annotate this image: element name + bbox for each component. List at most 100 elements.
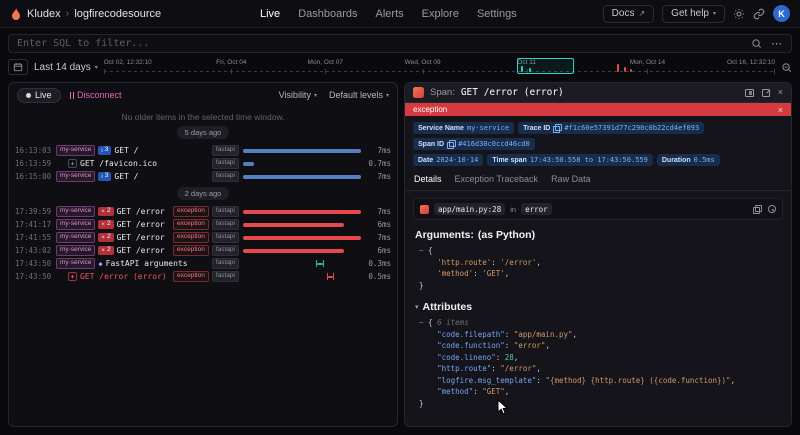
live-dot-icon bbox=[26, 93, 31, 98]
span-count-badge: ×2 bbox=[98, 246, 113, 256]
duration-label: 6ms bbox=[365, 246, 391, 255]
chevron-down-icon: ▾ bbox=[415, 303, 419, 311]
trace-row[interactable]: 17:41:55my-service×2GET /errorexceptionf… bbox=[15, 231, 391, 244]
breadcrumb-project[interactable]: logfirecodesource bbox=[74, 8, 161, 20]
code-file-chip[interactable]: app/main.py:28 bbox=[434, 203, 505, 215]
calendar-icon[interactable] bbox=[8, 59, 28, 75]
trace-row[interactable]: 17:39:59my-service×2GET /errorexceptionf… bbox=[15, 205, 391, 218]
arguments-heading-label: Arguments: bbox=[415, 229, 474, 241]
span-name: GET / bbox=[114, 172, 138, 181]
exception-tag: exception bbox=[173, 271, 209, 283]
nav-tab-explore[interactable]: Explore bbox=[422, 8, 459, 20]
timeline-tick-label: Oct 16, 12:32:10 bbox=[727, 59, 775, 66]
time-range-selector[interactable]: Last 14 days ▾ bbox=[34, 62, 98, 73]
disconnect-label: Disconnect bbox=[77, 90, 122, 100]
fastapi-tag: fastapi bbox=[212, 219, 239, 231]
disconnect-button[interactable]: Disconnect bbox=[70, 90, 122, 100]
trace-row[interactable]: 16:15:00my-servicei3GET /fastapi7ms bbox=[15, 170, 391, 183]
histogram-bar bbox=[617, 64, 619, 72]
timeline-selection[interactable] bbox=[517, 58, 574, 74]
docs-button[interactable]: Docs ↗ bbox=[603, 5, 655, 23]
locate-span-icon[interactable] bbox=[768, 205, 776, 213]
copy-icon[interactable] bbox=[447, 140, 455, 148]
trace-row[interactable]: 16:13:03my-servicei3GET /fastapi7ms bbox=[15, 144, 391, 157]
time-group-row: 5 days ago bbox=[15, 126, 391, 139]
span-name: GET / bbox=[114, 146, 138, 155]
duration-bar-track bbox=[243, 218, 361, 231]
arguments-heading-suffix: (as Python) bbox=[478, 229, 535, 241]
pause-icon bbox=[70, 92, 75, 99]
banner-close-icon[interactable]: × bbox=[778, 105, 783, 115]
default-levels-label: Default levels bbox=[329, 90, 383, 100]
visibility-dropdown[interactable]: Visibility ▾ bbox=[279, 90, 317, 100]
timeline-histogram[interactable]: Oct 02, 12:32:10Fri, Oct 04Mon, Oct 07We… bbox=[104, 58, 775, 76]
theme-toggle-icon[interactable] bbox=[733, 8, 745, 20]
sql-filter-input[interactable] bbox=[17, 38, 742, 49]
default-levels-dropdown[interactable]: Default levels ▾ bbox=[329, 90, 389, 100]
open-in-new-icon[interactable] bbox=[762, 89, 770, 97]
breadcrumb-org[interactable]: Kludex bbox=[27, 8, 61, 20]
zoom-out-icon[interactable] bbox=[781, 62, 792, 73]
exception-banner: exception × bbox=[405, 103, 791, 116]
service-badge: my-service bbox=[56, 145, 95, 157]
span-name: GET /error bbox=[117, 246, 165, 255]
code-location-row[interactable]: app/main.py:28 in error bbox=[413, 198, 783, 220]
copy-icon[interactable] bbox=[753, 205, 761, 213]
more-options-button[interactable]: ⋯ bbox=[771, 37, 783, 50]
dock-panel-icon[interactable] bbox=[745, 89, 754, 97]
nav-tab-dashboards[interactable]: Dashboards bbox=[298, 8, 357, 20]
trace-row[interactable]: 16:13:59+GET /favicon.icofastapi0.7ms bbox=[15, 157, 391, 170]
user-avatar[interactable]: K bbox=[773, 5, 790, 22]
span-count-badge: ×2 bbox=[98, 207, 113, 217]
timeline-tick-label: Mon, Oct 07 bbox=[308, 59, 343, 66]
get-help-button[interactable]: Get help ▾ bbox=[662, 5, 725, 23]
span-title: GET /error (error) bbox=[461, 87, 564, 98]
code-function-chip[interactable]: error bbox=[521, 203, 552, 215]
attributes-section-heading[interactable]: ▾ Attributes bbox=[405, 294, 791, 315]
duration-bar-track bbox=[243, 205, 361, 218]
tab-exception-traceback[interactable]: Exception Traceback bbox=[455, 174, 539, 190]
close-panel-icon[interactable]: × bbox=[778, 88, 783, 97]
code-line: } bbox=[419, 398, 781, 410]
duration-bar-track bbox=[243, 244, 361, 257]
trace-row[interactable]: 17:43:50my-service◆FastAPI argumentsfast… bbox=[15, 257, 391, 270]
code-location-icon bbox=[420, 205, 429, 214]
span-meta-row-1: Service Namemy-serviceTrace ID#f1c60e573… bbox=[405, 116, 791, 150]
arguments-section-heading[interactable]: Arguments: (as Python) bbox=[405, 222, 791, 243]
tab-details[interactable]: Details bbox=[414, 174, 442, 190]
expand-child-icon[interactable]: + bbox=[68, 159, 77, 168]
duration-label: 7ms bbox=[365, 146, 391, 155]
duration-bar-track bbox=[243, 144, 361, 157]
nav-tab-live[interactable]: Live bbox=[260, 8, 280, 20]
span-count-badge: i3 bbox=[98, 146, 111, 156]
duration-bar bbox=[243, 249, 344, 253]
duration-bar bbox=[243, 223, 344, 227]
expand-child-icon[interactable]: + bbox=[68, 272, 77, 281]
tab-raw-data[interactable]: Raw Data bbox=[551, 174, 591, 190]
duration-bar-track bbox=[243, 257, 361, 270]
service-badge: my-service bbox=[56, 171, 95, 183]
nav-tab-alerts[interactable]: Alerts bbox=[376, 8, 404, 20]
duration-label: 0.7ms bbox=[365, 159, 391, 168]
breadcrumb-separator: › bbox=[66, 8, 70, 20]
navbar-actions: Docs ↗ Get help ▾ K bbox=[603, 5, 790, 23]
trace-row[interactable]: 17:41:17my-service×2GET /errorexceptionf… bbox=[15, 218, 391, 231]
live-toggle-button[interactable]: Live bbox=[17, 88, 61, 103]
trace-row[interactable]: 17:43:02my-service×2GET /errorexceptionf… bbox=[15, 244, 391, 257]
span-count-badge: ×2 bbox=[98, 220, 113, 230]
search-icon[interactable] bbox=[751, 38, 762, 49]
duration-bar bbox=[243, 162, 254, 166]
breadcrumb: Kludex › logfirecodesource bbox=[10, 7, 161, 20]
share-link-icon[interactable] bbox=[753, 8, 765, 20]
service-badge: my-service bbox=[56, 219, 95, 231]
time-group-label: 5 days ago bbox=[177, 126, 230, 139]
service-badge: my-service bbox=[56, 258, 95, 270]
copy-icon[interactable] bbox=[553, 124, 561, 132]
logfire-logo-icon[interactable] bbox=[10, 7, 22, 20]
time-range-bar: Last 14 days ▾ Oct 02, 12:32:10Fri, Oct … bbox=[8, 58, 792, 76]
chevron-down-icon: ▾ bbox=[386, 92, 389, 99]
span-name: GET /error (error) bbox=[80, 272, 167, 281]
trace-row[interactable]: 17:43:50+GET /error (error)exceptionfast… bbox=[15, 270, 391, 283]
code-line: "code.filepath": "app/main.py", bbox=[419, 329, 781, 341]
nav-tab-settings[interactable]: Settings bbox=[477, 8, 517, 20]
